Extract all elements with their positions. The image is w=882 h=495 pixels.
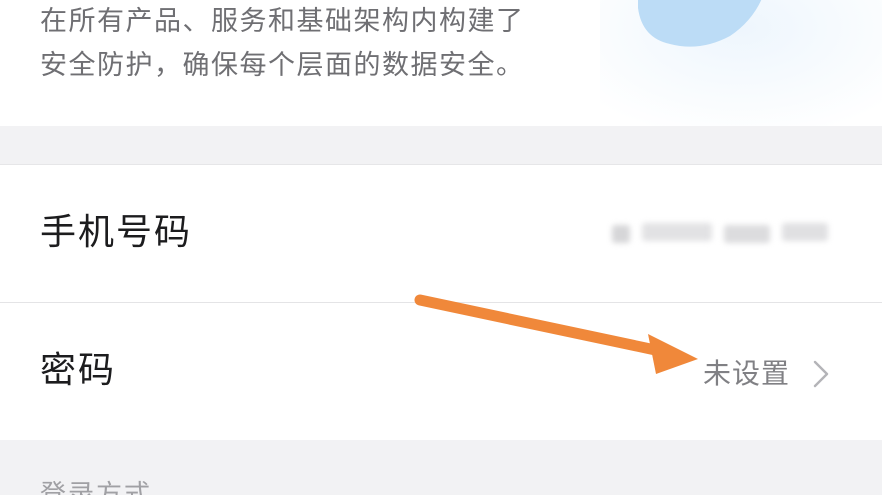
account-security-page: 在所有产品、服务和基础架构内构建了 安全防护，确保每个层面的数据安全。 手机号码 — [0, 0, 882, 495]
security-intro-card: 在所有产品、服务和基础架构内构建了 安全防护，确保每个层面的数据安全。 — [0, 0, 882, 126]
account-list: 手机号码 密码 未设置 — [0, 164, 882, 440]
password-row[interactable]: 密码 未设置 — [0, 303, 882, 440]
intro-line-1: 在所有产品、服务和基础架构内构建了 — [40, 6, 525, 37]
section-gap — [0, 126, 882, 164]
password-status: 未设置 — [702, 357, 790, 390]
phone-number-value-blurred — [600, 215, 840, 249]
password-label: 密码 — [40, 350, 117, 391]
login-method-header: 登录方式 — [40, 480, 153, 495]
phone-number-row[interactable]: 手机号码 — [0, 165, 882, 303]
intro-line-2: 安全防护，确保每个层面的数据安全。 — [40, 50, 525, 81]
security-intro-text: 在所有产品、服务和基础架构内构建了 安全防护，确保每个层面的数据安全。 — [40, 0, 525, 88]
chevron-right-icon — [813, 360, 829, 388]
phone-number-label: 手机号码 — [40, 212, 193, 253]
login-method-section: 登录方式 — [0, 440, 882, 495]
shield-icon — [600, 0, 882, 126]
